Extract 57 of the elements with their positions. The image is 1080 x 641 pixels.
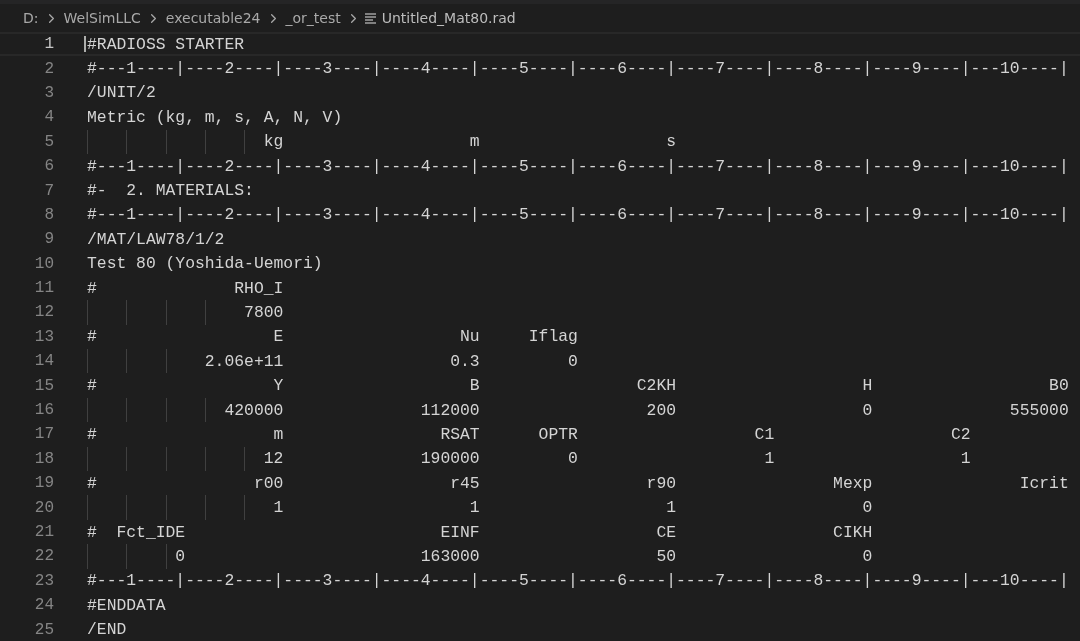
line-number: 24: [33, 596, 54, 615]
code-line: Metric (kg, m, s, A, N, V): [87, 107, 343, 127]
code-line: /UNIT/2: [87, 83, 156, 103]
code-line: 420000 112000 200 0 555000: [223, 400, 1069, 420]
code-line: 12 190000 0 1 1: [262, 449, 971, 469]
code-line: #---1----|----2----|----3----|----4----|----5----|----6----|----7----|----8----|----9----|---10----|: [87, 59, 1069, 79]
code-line: #RADIOSS STARTER: [87, 34, 245, 54]
line-number: 2: [43, 59, 54, 78]
line-number: 13: [33, 327, 54, 346]
code-line: #---1----|----2----|----3----|----4----|----5----|----6----|----7----|----8----|----9----|---10----|: [87, 156, 1069, 176]
line-number: 15: [33, 376, 54, 395]
code-line: #---1----|----2----|----3----|----4----|----5----|----6----|----7----|----8----|----9----|---10----|: [87, 571, 1069, 591]
line-number: 18: [33, 449, 54, 468]
line-number: 3: [43, 83, 54, 102]
line-number: 22: [33, 547, 54, 566]
line-number: 25: [33, 620, 54, 639]
line-number: 6: [43, 157, 54, 176]
line-number: 5: [43, 132, 54, 151]
line-number: 12: [33, 303, 54, 322]
line-number: 17: [33, 425, 54, 444]
line-number: 7: [43, 181, 54, 200]
code-line: #- 2. MATERIALS:: [87, 181, 254, 201]
breadcrumb-item[interactable]: _or_test: [283, 10, 343, 26]
line-number: 1: [43, 35, 54, 54]
line-number: 23: [33, 571, 54, 590]
text-cursor: [84, 36, 86, 53]
code-line: # Y B C2KH H B0: [87, 376, 1069, 396]
code-line: # m RSAT OPTR C1 C2: [87, 424, 971, 444]
file-lines-icon: [363, 12, 377, 24]
line-number: 11: [33, 279, 54, 298]
line-number: 10: [33, 254, 54, 273]
code-line: # E Nu Iflag: [87, 327, 578, 347]
code-line: Test 80 (Yoshida-Uemori): [87, 254, 323, 274]
breadcrumb-item[interactable]: WelSimLLC: [61, 10, 143, 26]
line-number: 14: [33, 352, 54, 371]
code-line: # r00 r45 r90 Mexp Icrit: [87, 473, 1069, 493]
line-number: 8: [43, 205, 54, 224]
breadcrumb-item[interactable]: executable24: [163, 10, 263, 26]
code-line: /END: [87, 620, 127, 640]
code-line: # RHO_I: [87, 278, 284, 298]
line-number: 9: [43, 230, 54, 249]
line-number: 20: [33, 498, 54, 517]
code-line: # Fct_IDE EINF CE CIKH: [87, 522, 873, 542]
line-number: 4: [43, 108, 54, 127]
line-number: 19: [33, 474, 54, 493]
code-line: 7800: [243, 303, 284, 322]
code-line: 2.06e+11 0.3 0: [203, 351, 578, 371]
line-number: 16: [33, 401, 54, 420]
breadcrumb-item[interactable]: D:: [21, 10, 41, 26]
code-line: #ENDDATA: [87, 595, 166, 615]
code-line: 0 163000 50 0: [174, 546, 873, 566]
line-number: 21: [33, 523, 54, 541]
breadcrumb-item[interactable]: Untitled_Mat80.rad: [379, 10, 518, 26]
code-line: #---1----|----2----|----3----|----4----|----5----|----6----|----7----|----8----|----9----|---10----|: [87, 205, 1069, 225]
code-line: /MAT/LAW78/1/2: [87, 229, 225, 249]
code-line: 1 1 1 0: [272, 498, 873, 518]
code-line: kg m s: [262, 132, 677, 152]
